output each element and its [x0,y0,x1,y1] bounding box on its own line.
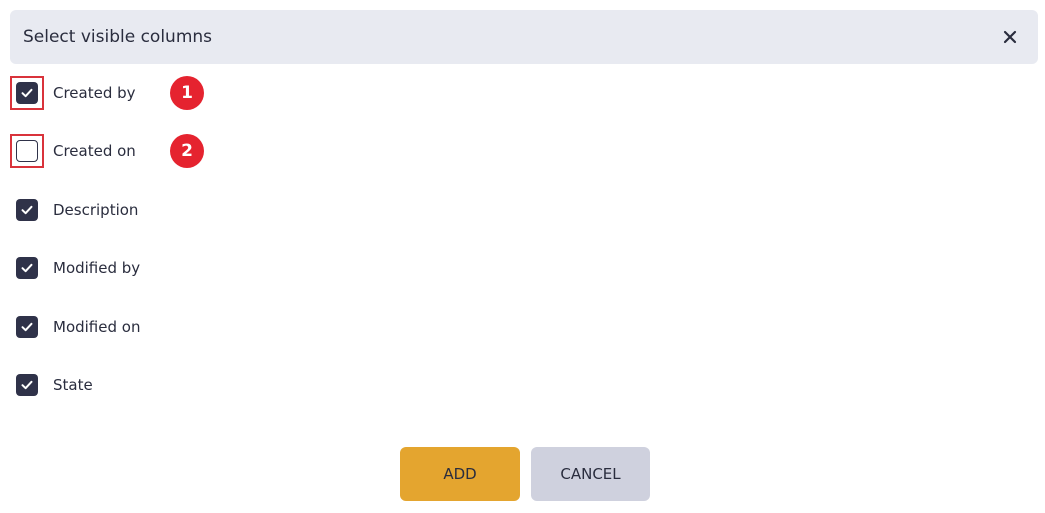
option-label: Created on [53,142,136,160]
checkbox-description[interactable] [16,199,38,221]
checkbox-modified-by[interactable] [16,257,38,279]
add-button[interactable]: ADD [400,447,520,501]
checkbox-modified-on[interactable] [16,316,38,338]
checkbox-highlight-frame [10,76,44,110]
option-description[interactable]: Description [10,193,138,227]
checkmark-icon [21,88,33,98]
option-label: State [53,376,93,394]
annotation-marker-2: 2 [170,134,204,168]
checkbox-frame [10,368,44,402]
close-icon [1003,30,1017,44]
option-created-on[interactable]: Created on [10,134,136,168]
dialog-footer: ADD CANCEL [0,447,1045,501]
select-columns-dialog: Select visible columns Created by 1 Crea… [0,0,1045,513]
checkbox-created-on[interactable] [16,140,38,162]
option-state[interactable]: State [10,368,93,402]
checkmark-icon [21,205,33,215]
checkbox-highlight-frame [10,134,44,168]
option-label: Created by [53,84,136,102]
annotation-marker-1: 1 [170,76,204,110]
option-label: Modified by [53,259,141,277]
checkbox-state[interactable] [16,374,38,396]
checkbox-frame [10,193,44,227]
close-button[interactable] [998,25,1022,49]
option-modified-by[interactable]: Modified by [10,251,140,285]
checkmark-icon [21,263,33,273]
checkmark-icon [21,380,33,390]
checkmark-icon [21,322,33,332]
option-label: Description [53,201,139,219]
option-created-by[interactable]: Created by [10,76,136,110]
checkbox-created-by[interactable] [16,82,38,104]
checkbox-frame [10,310,44,344]
cancel-button[interactable]: CANCEL [531,447,650,501]
checkbox-frame [10,251,44,285]
option-modified-on[interactable]: Modified on [10,310,140,344]
option-label: Modified on [53,318,141,336]
dialog-header: Select visible columns [10,10,1038,64]
dialog-title: Select visible columns [23,27,213,47]
